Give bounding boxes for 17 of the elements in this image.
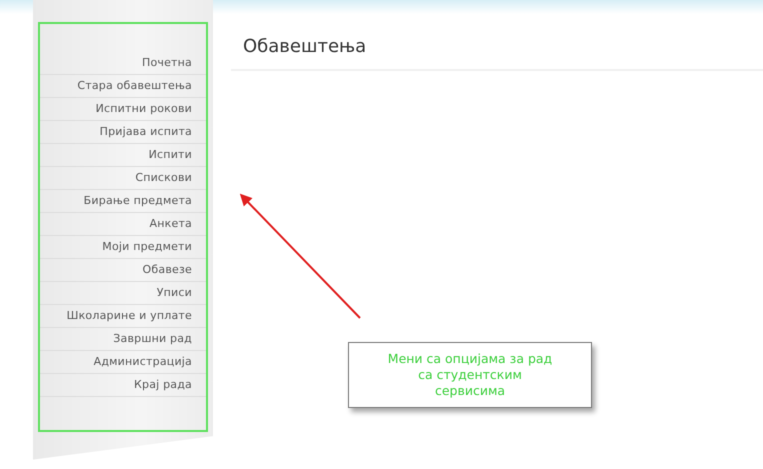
menu-item[interactable]: Стара обавештења	[40, 75, 206, 98]
menu-item[interactable]: Администрација	[40, 351, 206, 374]
menu-item[interactable]: Завршни рад	[40, 328, 206, 351]
menu-item[interactable]: Школарине и уплате	[40, 305, 206, 328]
menu-item[interactable]: Почетна	[40, 52, 206, 75]
menu-item[interactable]: Уписи	[40, 282, 206, 305]
menu-item[interactable]: Анкета	[40, 213, 206, 236]
menu-item[interactable]: Испитни рокови	[40, 98, 206, 121]
menu-item[interactable]: Бирање предмета	[40, 190, 206, 213]
menu-item[interactable]: Испити	[40, 144, 206, 167]
menu-item[interactable]: Моји предмети	[40, 236, 206, 259]
page-title: Обавештења	[231, 36, 763, 71]
menu-item[interactable]: Спискови	[40, 167, 206, 190]
menu-item[interactable]: Обавезе	[40, 259, 206, 282]
callout-text: Мени са опцијама за рад са студентским сервисима	[386, 351, 554, 399]
menu-item[interactable]: Пријава испита	[40, 121, 206, 144]
menu-item[interactable]: Крај рада	[40, 374, 206, 397]
